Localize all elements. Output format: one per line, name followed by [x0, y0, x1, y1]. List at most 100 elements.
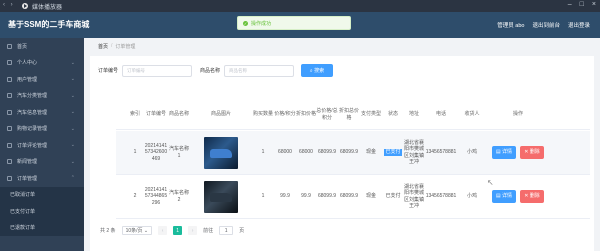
window-titlebar: ‹ › 媒体播放器 – □ ×	[0, 0, 600, 12]
sidebar-subitem-cancelled[interactable]: 已取消订单	[0, 186, 84, 203]
col-header: 索引	[129, 111, 140, 118]
detail-button[interactable]: ▤ 详情	[492, 146, 516, 159]
search-bar: 订单编号 订单编号 商品名称 商品名称 ⌕ 搜索	[98, 64, 334, 77]
total-count: 共 2 条	[100, 228, 116, 234]
table-row[interactable]: 1 2021414157342600469 汽车名称1 1 68000 6800…	[116, 131, 590, 175]
product-name-input[interactable]: 商品名称	[224, 64, 295, 77]
col-header: 电话	[435, 111, 446, 118]
sidebar-item-label: 个人中心	[17, 60, 38, 67]
chevron-up-icon: ⌃	[70, 175, 75, 181]
col-header: 总价格/总积分	[316, 108, 338, 121]
chevron-down-icon: ⌄	[70, 158, 75, 165]
sidebar-item-car-info[interactable]: 汽车信息管理 ⌄	[0, 104, 84, 121]
col-header: 商品名称	[168, 111, 189, 118]
users-icon	[7, 76, 12, 82]
cell-discount-price: 99.9	[301, 193, 311, 200]
cell-receiver: 小鸡	[466, 149, 477, 156]
sidebar-subitem-label: 已取消订单	[10, 192, 36, 199]
page-unit: 页	[239, 228, 245, 234]
goto-input[interactable]: 1	[219, 226, 234, 235]
page-1-button[interactable]: 1	[173, 226, 183, 235]
sidebar-item-home[interactable]: 首页	[0, 38, 84, 55]
sidebar-item-purchase[interactable]: 购物记录管理 ⌄	[0, 121, 84, 138]
status-text: 已支付	[384, 149, 402, 156]
cart-icon	[7, 126, 12, 132]
cell-phone: 13456578881	[425, 193, 457, 200]
cell-name: 汽车名称1	[168, 146, 189, 159]
sidebar-subitem-refunded[interactable]: 已退款订单	[0, 219, 84, 236]
category-icon	[7, 93, 12, 99]
car-icon	[7, 109, 12, 115]
cell-order-no: 2021414157342600469	[144, 142, 168, 162]
breadcrumb: 首页 / 订单管理	[98, 43, 135, 50]
sidebar-item-label: 购物记录管理	[17, 126, 48, 133]
detail-button[interactable]: ▤ 详情	[492, 190, 516, 203]
cell-actions: ▤ 详情 ✕ 删除	[486, 131, 550, 174]
col-header: 购买数量	[252, 111, 273, 118]
sidebar-subitem-label: 已退款订单	[10, 225, 36, 232]
nav-arrows-icon[interactable]: ‹ ›	[3, 2, 15, 8]
window-title: 媒体播放器	[32, 4, 63, 11]
chevron-down-icon: ⌄	[70, 92, 75, 99]
cell-price: 68000	[278, 149, 292, 156]
chevron-down-icon: ⌄	[70, 59, 75, 66]
close-icon[interactable]: ×	[592, 1, 596, 8]
col-header: 商品图片	[210, 111, 231, 118]
admin-user-link[interactable]: 管理员 abo	[497, 21, 524, 29]
breadcrumb-current: 订单管理	[115, 44, 136, 50]
row-checkbox[interactable]	[116, 175, 126, 218]
sidebar-item-news[interactable]: 新闻管理 ⌄	[0, 154, 84, 171]
col-header: 收货人	[464, 111, 480, 118]
prev-page-button[interactable]: ‹	[158, 226, 168, 235]
col-header: 状态	[387, 111, 398, 118]
sidebar-subitem-paid[interactable]: 已支付订单	[0, 203, 84, 220]
sidebar-item-label: 订单管理	[17, 175, 38, 182]
sidebar-item-orders[interactable]: 订单管理 ⌃	[0, 170, 84, 187]
maximize-icon[interactable]: □	[580, 1, 584, 8]
sidebar-item-label: 新闻管理	[17, 159, 38, 166]
page-size-value: 10条/页	[125, 228, 143, 234]
chevron-down-icon: ⌄	[70, 109, 75, 115]
cell-status: 已支付	[382, 131, 404, 174]
search-button-label: 搜索	[314, 68, 325, 74]
product-name-label: 商品名称	[200, 68, 221, 74]
cell-name: 汽车名称2	[168, 190, 189, 203]
sidebar-item-profile[interactable]: 个人中心 ⌄	[0, 55, 84, 72]
detail-label: 详情	[502, 149, 513, 156]
order-no-input[interactable]: 订单编号	[122, 64, 193, 77]
cell-status: 已支付	[385, 193, 401, 200]
row-checkbox[interactable]	[116, 131, 126, 174]
breadcrumb-home[interactable]: 首页	[98, 43, 108, 50]
cell-pay-type: 现金	[365, 193, 376, 200]
app-title: 基于SSM的二手车商城	[8, 20, 90, 29]
delete-label: 删除	[529, 149, 540, 156]
news-icon	[7, 159, 12, 165]
player-logo-icon	[22, 3, 28, 9]
col-header: 订单编号	[145, 111, 166, 118]
header-nav: 管理员 abo 退出到前台 退出登录	[497, 21, 590, 29]
sidebar-item-car-category[interactable]: 汽车分类管理 ⌄	[0, 88, 84, 105]
sidebar-item-users[interactable]: 用户管理 ⌄	[0, 71, 84, 88]
page-size-select[interactable]: 10条/页 ⌄	[121, 226, 153, 235]
cell-price: 99.9	[280, 193, 290, 200]
mouse-cursor-icon: ↖	[487, 178, 494, 187]
car-thumbnail	[204, 180, 238, 213]
delete-label: 删除	[529, 193, 540, 200]
success-toast: ✓ 操作成功	[237, 16, 351, 30]
chevron-down-icon: ⌄	[70, 125, 75, 132]
logout-link[interactable]: 退出登录	[568, 21, 590, 29]
cell-index: 2	[133, 193, 137, 200]
next-page-button[interactable]: ›	[188, 226, 198, 235]
table-row[interactable]: 2 2021414157344865296 汽车名称2 1 99.9 99.9 …	[116, 175, 590, 219]
order-icon	[7, 175, 12, 181]
col-header: 折扣价格	[296, 111, 316, 118]
minimize-icon[interactable]: –	[568, 1, 572, 8]
delete-button[interactable]: ✕ 删除	[520, 146, 544, 159]
col-header: 折扣总价格	[338, 108, 359, 121]
cell-receiver: 小鸡	[466, 193, 477, 200]
sidebar-item-comments[interactable]: 订单评论管理 ⌄	[0, 137, 84, 154]
cell-discount-total: 68099.9	[339, 149, 359, 156]
search-button[interactable]: ⌕ 搜索	[301, 64, 334, 77]
delete-button[interactable]: ✕ 删除	[520, 190, 544, 203]
front-link[interactable]: 退出到前台	[532, 21, 560, 29]
